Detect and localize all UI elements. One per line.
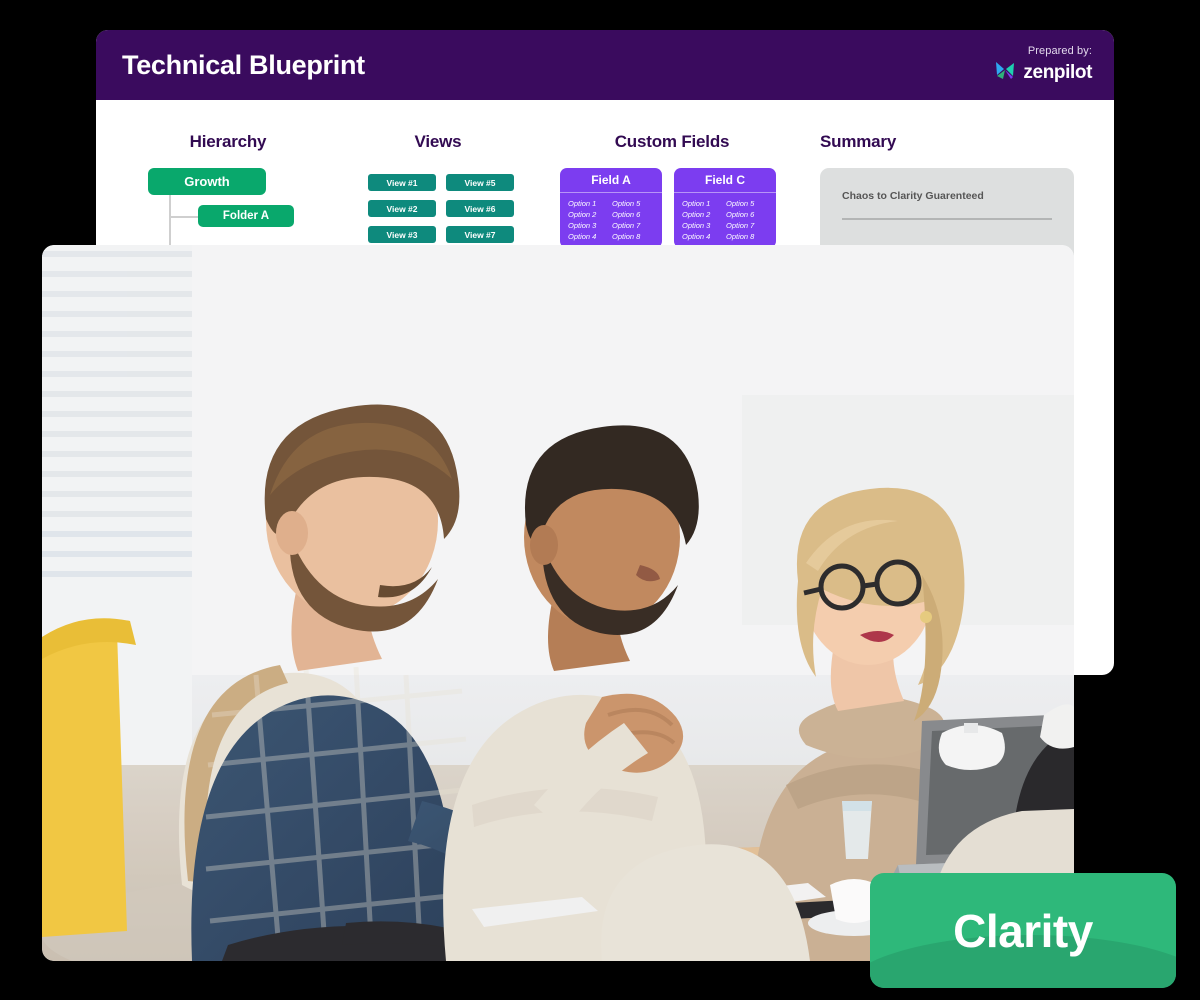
field-options: Option 1 Option 5 Option 2 Option 6 Opti… [674,193,776,241]
view-pill[interactable]: View #6 [446,200,514,217]
tree-node-folder-a[interactable]: Folder A [198,205,294,227]
field-option[interactable]: Option 4 [682,232,724,241]
field-option[interactable]: Option 2 [568,210,610,219]
field-option[interactable]: Option 7 [612,221,654,230]
document-header: Technical Blueprint Prepared by: zenpilo… [96,30,1114,100]
field-option[interactable]: Option 1 [568,199,610,208]
field-option[interactable]: Option 3 [568,221,610,230]
field-card-c[interactable]: Field C Option 1 Option 5 Option 2 Optio… [674,168,776,248]
view-pill[interactable]: View #2 [368,200,436,217]
tree-connector [169,216,198,218]
section-title-summary: Summary [820,132,897,151]
field-option[interactable]: Option 8 [726,232,768,241]
field-option[interactable]: Option 6 [612,210,654,219]
clarity-badge-label: Clarity [953,904,1093,957]
view-pill[interactable]: View #5 [446,174,514,191]
section-title-custom-fields: Custom Fields [614,132,730,151]
field-option[interactable]: Option 3 [682,221,724,230]
field-option[interactable]: Option 5 [726,199,768,208]
field-option[interactable]: Option 6 [726,210,768,219]
screenshot-root: Technical Blueprint Prepared by: zenpilo… [0,0,1200,1000]
zenpilot-butterfly-icon [994,60,1016,85]
field-card-title: Field A [560,168,662,193]
prepared-by-label: Prepared by: [1027,45,1092,57]
summary-note: Chaos to Clarity Guarenteed [842,190,984,202]
field-options: Option 1 Option 5 Option 2 Option 6 Opti… [560,193,662,241]
field-option[interactable]: Option 7 [726,221,768,230]
brand-name: zenpilot [1023,61,1092,83]
section-title-views: Views [414,132,462,151]
view-pill[interactable]: View #7 [446,226,514,243]
field-option[interactable]: Option 8 [612,232,654,241]
prepared-by-block: Prepared by: zenpilot [994,45,1092,85]
team-meeting-photo [42,245,1074,961]
brand-logo: zenpilot [994,60,1092,85]
clarity-badge: Clarity [870,873,1176,988]
section-title-hierarchy: Hierarchy [189,132,267,151]
summary-rule-line [842,218,1052,220]
tree-node-root[interactable]: Growth [148,168,266,195]
field-card-title: Field C [674,168,776,193]
field-option[interactable]: Option 4 [568,232,610,241]
page-title: Technical Blueprint [122,49,365,80]
view-pill[interactable]: View #1 [368,174,436,191]
field-option[interactable]: Option 2 [682,210,724,219]
field-option[interactable]: Option 1 [682,199,724,208]
field-option[interactable]: Option 5 [612,199,654,208]
field-card-a[interactable]: Field A Option 1 Option 5 Option 2 Optio… [560,168,662,248]
view-pill[interactable]: View #3 [368,226,436,243]
